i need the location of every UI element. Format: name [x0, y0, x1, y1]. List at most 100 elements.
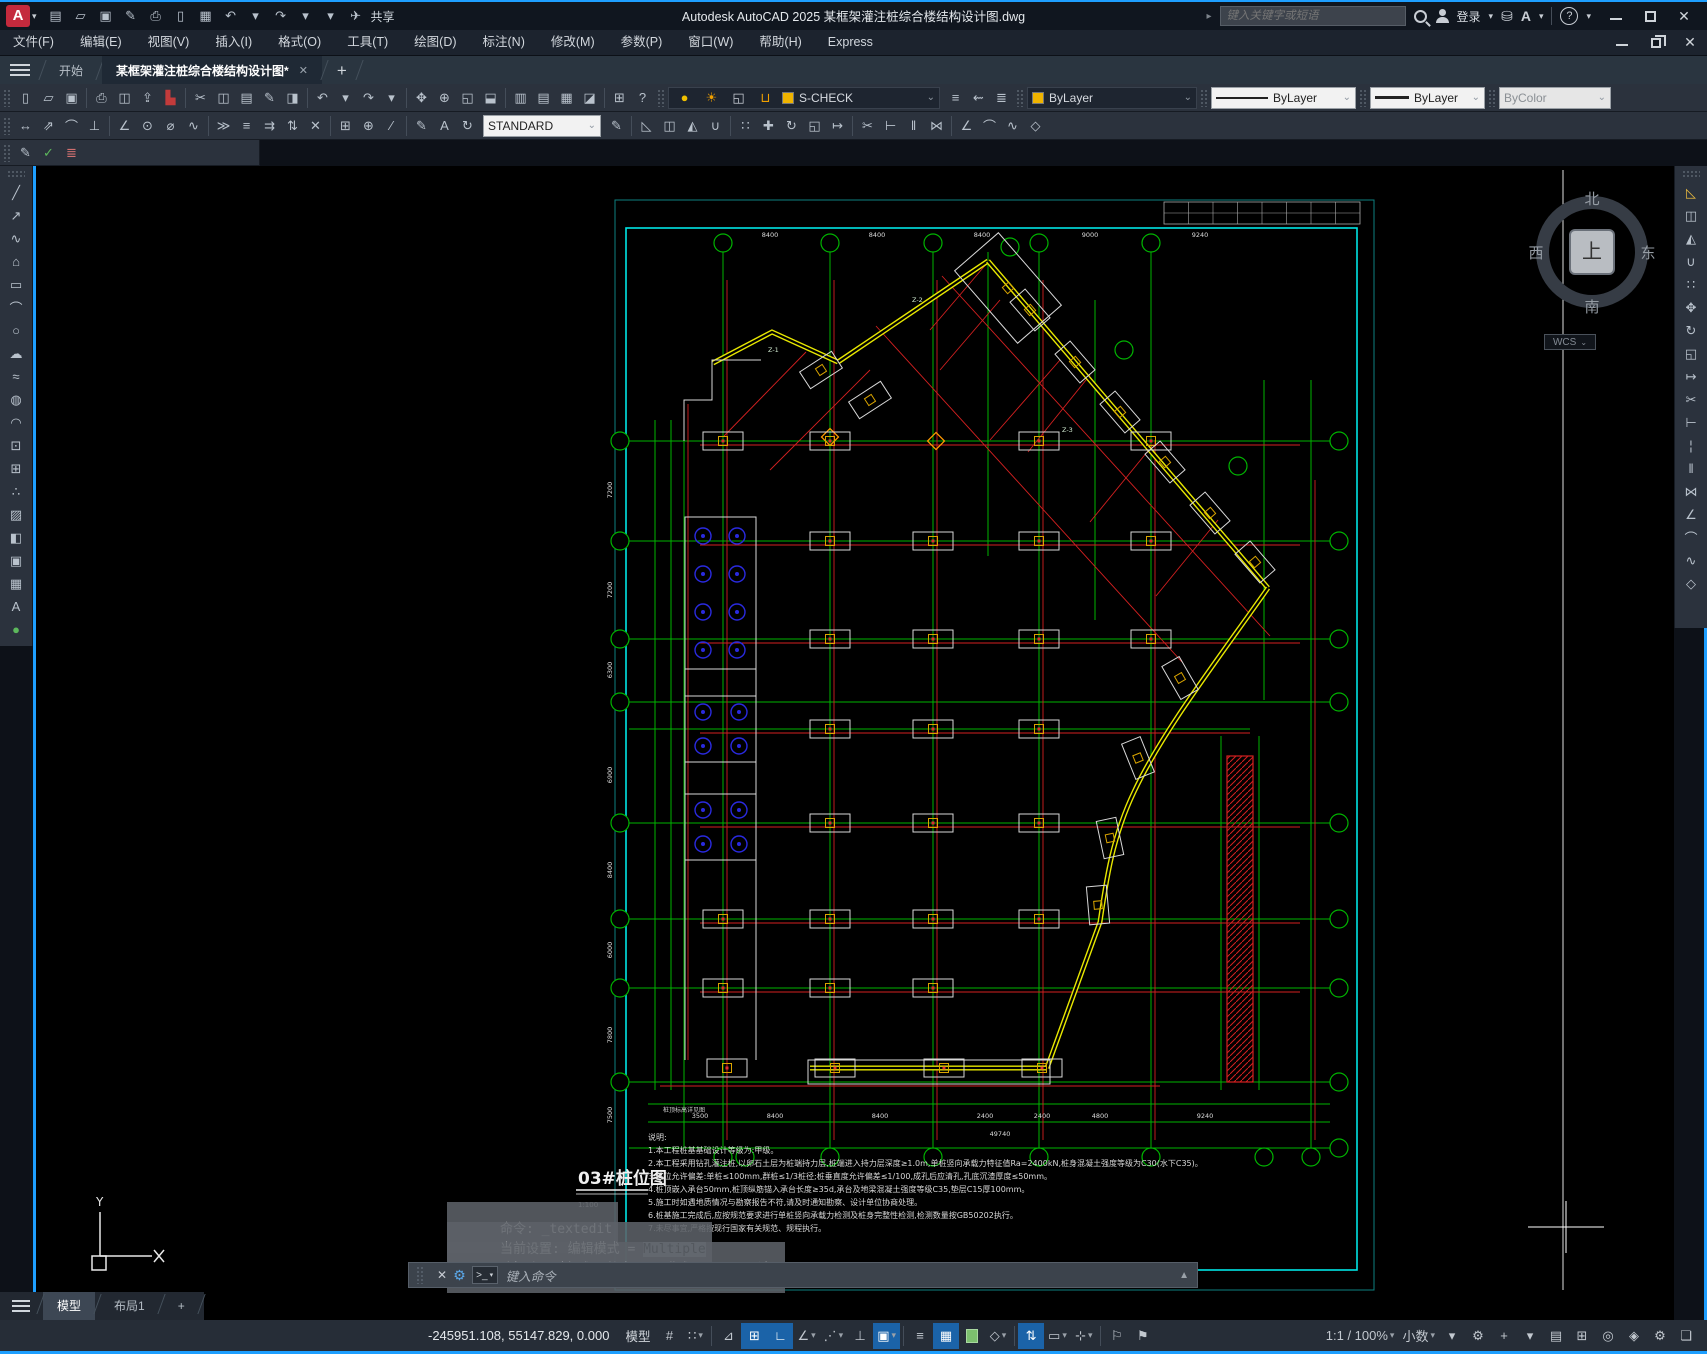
trim-icon[interactable]: ✂	[856, 114, 879, 138]
layer-thaw-icon[interactable]: ☀	[700, 86, 723, 110]
chamfer-icon[interactable]: ∠	[1678, 503, 1704, 526]
dim-linear-icon[interactable]: ↔	[14, 114, 37, 138]
annotation-visibility-icon[interactable]: ⚐	[1104, 1323, 1130, 1349]
tab-model[interactable]: 模型	[43, 1292, 96, 1320]
layer-properties-icon[interactable]: ▥	[509, 86, 532, 110]
join-icon[interactable]: ⋈	[925, 114, 948, 138]
undo-icon[interactable]: ↶	[220, 5, 242, 27]
graphics-perf-icon[interactable]: ◈	[1621, 1323, 1647, 1349]
gizmo-icon[interactable]: ⊹ ▾	[1071, 1323, 1097, 1349]
dim-continue-icon[interactable]: ⇉	[258, 114, 281, 138]
help-dropdown-icon[interactable]: ▾	[1586, 11, 1591, 22]
zoom-realtime-icon[interactable]: ⊕	[433, 86, 456, 110]
units-dd-icon[interactable]: ▾	[1517, 1323, 1543, 1349]
menu-item-2[interactable]: 视图(V)	[135, 30, 203, 55]
dynamic-input-icon[interactable]: ⊞	[741, 1322, 768, 1349]
table-icon[interactable]: ▦	[3, 572, 29, 595]
annotation-scale-control[interactable]: 1:1 / 100% ▾	[1322, 1323, 1399, 1349]
xline-icon[interactable]: ↗	[3, 204, 29, 227]
account-icon[interactable]	[1435, 9, 1449, 23]
cut-icon[interactable]: ✂	[189, 86, 212, 110]
qdim-icon[interactable]: ≫	[212, 114, 235, 138]
autodesk-a-icon[interactable]: A	[1521, 8, 1531, 24]
layer-unlock-icon[interactable]: ⊔	[754, 86, 777, 110]
hardware-accel-icon[interactable]: ⊞	[1569, 1323, 1595, 1349]
tolerance-icon[interactable]: ⊞	[334, 114, 357, 138]
color-combo[interactable]: ByLayer ⌄	[1027, 86, 1197, 109]
dim-baseline-icon[interactable]: ≡	[235, 114, 258, 138]
app-maximize-button[interactable]	[1633, 3, 1667, 29]
autoscale-icon[interactable]: ⚑	[1130, 1323, 1156, 1349]
search-icon[interactable]	[1413, 9, 1427, 23]
command-input-placeholder[interactable]: 键入命令	[506, 1266, 556, 1285]
undo-icon[interactable]: ↶	[311, 86, 334, 110]
otrack-icon[interactable]: ⊥	[847, 1323, 873, 1349]
ortho-icon[interactable]: ∟	[767, 1322, 794, 1349]
a-dropdown-icon[interactable]: ▾	[1539, 11, 1544, 22]
osnap-icon[interactable]: ▣ ▾	[873, 1322, 901, 1349]
mirror-icon[interactable]: ◭	[1678, 227, 1704, 250]
dim-angular-icon[interactable]: ∠	[113, 114, 136, 138]
dim-break-icon[interactable]: ✕	[304, 114, 327, 138]
print-icon[interactable]: ⎙	[90, 86, 113, 110]
menu-item-12[interactable]: Express	[815, 30, 886, 55]
pan-icon[interactable]: ✥	[410, 86, 433, 110]
break-at-point-icon[interactable]: ¦	[1678, 434, 1704, 457]
command-expand-icon[interactable]: ▲	[1179, 1270, 1189, 1281]
preview-icon[interactable]: ◫	[113, 86, 136, 110]
layer-combo-chevron-icon[interactable]: ⌄	[927, 92, 935, 103]
explode-icon[interactable]: ◇	[1678, 572, 1704, 595]
menu-item-5[interactable]: 工具(T)	[334, 30, 401, 55]
move-icon[interactable]: ✚	[757, 114, 780, 138]
hatch-icon[interactable]: ▨	[3, 503, 29, 526]
menu-item-4[interactable]: 格式(O)	[265, 30, 334, 55]
ellipse-arc-icon[interactable]: ◠	[3, 411, 29, 434]
rotate-icon[interactable]: ↻	[1678, 319, 1704, 342]
array-icon[interactable]: ∷	[1678, 273, 1704, 296]
app-logo-icon[interactable]: A	[6, 5, 30, 27]
copy-icon[interactable]: ◫	[212, 86, 235, 110]
copy-icon[interactable]: ◫	[1678, 204, 1704, 227]
block-edit-icon[interactable]: ◨	[281, 86, 304, 110]
region-icon[interactable]: ▣	[3, 549, 29, 572]
search-expand-icon[interactable]: ▸	[1207, 11, 1212, 22]
save-icon[interactable]: ▣	[95, 5, 117, 27]
menu-item-1[interactable]: 编辑(E)	[67, 30, 135, 55]
annotation-scale-dd-icon[interactable]: ▾	[1439, 1323, 1465, 1349]
dim-aligned-icon[interactable]: ⇗	[37, 114, 60, 138]
redo-icon[interactable]: ↷	[357, 86, 380, 110]
share-label[interactable]: 共享	[371, 8, 395, 25]
tab-menu-icon[interactable]	[0, 56, 40, 84]
redo-icon[interactable]: ↷	[270, 5, 292, 27]
layer-states-manager-icon[interactable]: ≣	[990, 86, 1013, 110]
menu-item-0[interactable]: 文件(F)	[0, 30, 67, 55]
dim-oblique-icon[interactable]: ∕	[380, 114, 403, 138]
mirror-icon[interactable]: ◭	[681, 114, 704, 138]
revcloud-icon[interactable]: ☁	[3, 342, 29, 365]
app-minimize-button[interactable]	[1599, 3, 1633, 29]
infer-constraints-icon[interactable]: ⊿	[715, 1323, 741, 1349]
match-properties-icon[interactable]: ✎	[258, 86, 281, 110]
compass-west[interactable]: 西	[1526, 242, 1546, 263]
make-block-icon[interactable]: ⊞	[3, 457, 29, 480]
layer-vpfreeze-icon[interactable]: ◱	[727, 86, 750, 110]
copy-icon[interactable]: ◫	[658, 114, 681, 138]
print-icon[interactable]: ▦	[195, 5, 217, 27]
publish-icon[interactable]: ⇪	[136, 86, 159, 110]
rotate-icon[interactable]: ↻	[780, 114, 803, 138]
menu-item-7[interactable]: 标注(N)	[470, 30, 538, 55]
save-icon[interactable]: ▣	[60, 86, 83, 110]
tab-layout1[interactable]: 布局1	[100, 1292, 159, 1320]
layer-states-icon[interactable]: ▤	[532, 86, 555, 110]
polygon-icon[interactable]: ⌂	[3, 250, 29, 273]
menu-item-8[interactable]: 修改(M)	[538, 30, 608, 55]
customize-dropdown-icon[interactable]: ▾	[320, 5, 342, 27]
layer-walk-icon[interactable]: ◪	[578, 86, 601, 110]
command-prompt-icon[interactable]: >_ ▾	[471, 1266, 498, 1284]
explode-icon[interactable]: ◇	[1024, 114, 1047, 138]
blend-icon[interactable]: ∿	[1001, 114, 1024, 138]
plot-icon[interactable]: ⎙	[145, 5, 167, 27]
erase-icon[interactable]: ◺	[635, 114, 658, 138]
command-input-bar[interactable]: ✕ ⚙ >_ ▾ 键入命令 ▲	[408, 1262, 1198, 1288]
gradient-icon[interactable]: ◧	[3, 526, 29, 549]
